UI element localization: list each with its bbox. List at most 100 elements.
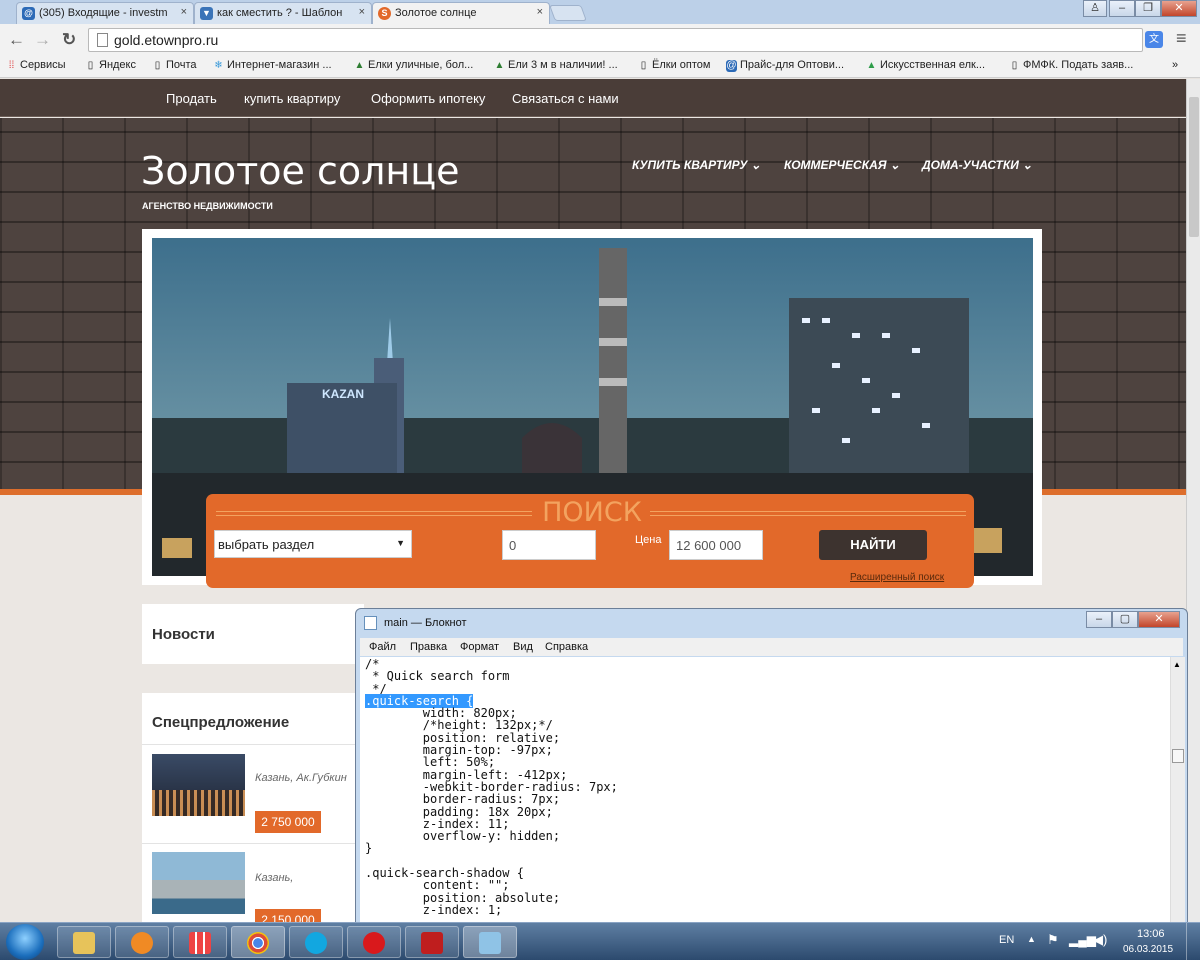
chrome-taskbar-button[interactable] — [231, 926, 285, 958]
language-indicator[interactable]: EN — [999, 934, 1014, 946]
menu-commercial[interactable]: КОММЕРЧЕСКАЯ ⌄ — [784, 158, 900, 172]
price-input[interactable]: 12 600 000 — [669, 530, 763, 560]
scroll-up-icon[interactable]: ▲ — [1173, 660, 1181, 669]
dropdown-arrow-icon: ▼ — [396, 538, 405, 548]
notepad-scrollbar[interactable]: ▲ — [1170, 657, 1185, 925]
user-icon[interactable]: ♙ — [1083, 0, 1107, 17]
offer-price: 2 150 000 — [255, 909, 321, 922]
min-input[interactable]: 0 — [502, 530, 596, 560]
clock-time[interactable]: 13:06 — [1137, 928, 1165, 940]
code-text: /* * Quick search form */ .quick-search … — [365, 657, 618, 917]
bookmark-elki-street[interactable]: ▲ Елки уличные, бол... — [354, 59, 474, 71]
forward-icon[interactable]: → — [34, 30, 51, 50]
bookmark-shop[interactable]: ❄ Интернет-магазин ... — [213, 59, 331, 71]
volume-icon[interactable]: ◀) — [1093, 932, 1107, 948]
menu-format[interactable]: Формат — [460, 641, 499, 653]
flag-icon[interactable]: ⚑ — [1047, 932, 1059, 948]
signal-icon[interactable]: ▂▄▆ — [1069, 933, 1096, 947]
menu-houses[interactable]: ДОМА-УЧАСТКИ ⌄ — [922, 158, 1032, 172]
tab-label: (305) Входящие - investm — [39, 7, 168, 19]
notepad-editor[interactable]: /* * Quick search form */ .quick-search … — [360, 657, 1170, 925]
translate-icon[interactable]: 文 — [1145, 31, 1163, 48]
bookmark-eli-3m[interactable]: ▲ Ели 3 м в наличии! ... — [494, 59, 618, 71]
nav-contact[interactable]: Связаться с нами — [512, 91, 619, 106]
bookmark-price[interactable]: @ Прайс-для Оптови... — [726, 59, 844, 72]
page-icon: ▯ — [87, 60, 94, 71]
offer-address[interactable]: Казань, — [255, 872, 293, 884]
show-desktop-button[interactable] — [1186, 923, 1200, 960]
skype-taskbar-button[interactable] — [289, 926, 343, 958]
close-icon[interactable]: × — [537, 6, 543, 18]
bookmark-elki-opt[interactable]: ▯ Ёлки оптом — [638, 59, 711, 71]
menu-view[interactable]: Вид — [513, 641, 533, 653]
menu-file[interactable]: Файл — [369, 641, 396, 653]
new-tab-button[interactable] — [549, 5, 587, 21]
minimize-button[interactable]: – — [1109, 0, 1135, 17]
tray-expand-icon[interactable]: ▲ — [1027, 934, 1036, 944]
bookmark-services[interactable]: ⁞⁞ Сервисы — [6, 59, 66, 71]
quick-search-form: ПОИСК выбрать раздел ▼ 0 Цена 12 600 000… — [206, 494, 974, 588]
tab-inbox[interactable]: @ (305) Входящие - investm × — [16, 2, 194, 24]
site-title[interactable]: Золотое солнце — [141, 149, 460, 193]
menu-icon[interactable]: ≡ — [1176, 28, 1187, 49]
address-bar[interactable]: gold.etownpro.ru — [88, 28, 1143, 52]
nav-sell[interactable]: Продать — [166, 91, 217, 106]
advanced-search-link[interactable]: Расширенный поиск — [850, 572, 944, 583]
page-icon: ▯ — [1011, 60, 1018, 71]
start-button[interactable] — [6, 924, 44, 960]
tab-forum[interactable]: ▼ как сместить ? - Шаблон × — [194, 2, 372, 24]
tab-label: как сместить ? - Шаблон — [217, 7, 343, 19]
notepad-taskbar-button[interactable] — [463, 926, 517, 958]
offer-image[interactable] — [152, 852, 245, 914]
bookmark-fmfk[interactable]: ▯ ФМФК. Подать заяв... — [1009, 59, 1134, 71]
special-offers-widget: Спецпредложение Казань, Ак.Губкин 2 750 … — [142, 693, 364, 922]
close-icon[interactable]: × — [181, 6, 187, 18]
scroll-thumb[interactable] — [1172, 749, 1184, 763]
tree-icon: ▲ — [354, 60, 365, 71]
mail-icon: @ — [726, 60, 737, 72]
opera-taskbar-button[interactable] — [347, 926, 401, 958]
menu-buy-apartment[interactable]: КУПИТЬ КВАРТИРУ ⌄ — [632, 158, 761, 172]
offer-image[interactable] — [152, 754, 245, 816]
bookmark-yandex[interactable]: ▯ Яндекс — [85, 59, 136, 71]
bookmark-artificial[interactable]: ▲ Искусственная елк... — [866, 59, 985, 71]
maximize-button[interactable]: ❐ — [1135, 0, 1161, 17]
page-scrollbar[interactable] — [1186, 79, 1200, 922]
taskbar: EN ▲ ⚑ ▂▄▆ ◀) 13:06 06.03.2015 — [0, 922, 1200, 960]
menu-edit[interactable]: Правка — [410, 641, 447, 653]
tab-zolotoe-solnce[interactable]: S Золотое солнце × — [372, 2, 550, 25]
apps-taskbar-button[interactable] — [173, 926, 227, 958]
notepad-title: main — Блокнот — [384, 617, 467, 629]
site-s-icon: S — [378, 7, 391, 20]
bookmark-mail[interactable]: ▯ Почта — [152, 59, 197, 71]
find-button[interactable]: НАЙТИ — [819, 530, 927, 560]
bookmarks-more[interactable]: » — [1172, 59, 1178, 71]
page-icon: ▯ — [640, 60, 647, 71]
notepad-icon — [479, 932, 501, 954]
chrome-icon — [247, 932, 269, 954]
reload-icon[interactable]: ↻ — [62, 30, 76, 50]
filezilla-taskbar-button[interactable] — [405, 926, 459, 958]
nav-buy-apartment[interactable]: купить квартиру — [244, 91, 340, 106]
snowflake-icon: ❄ — [214, 60, 223, 71]
chevron-down-icon: ⌄ — [889, 158, 900, 172]
search-title: ПОИСК — [542, 497, 642, 528]
maximize-button[interactable]: ▢ — [1112, 611, 1138, 628]
menu-help[interactable]: Справка — [545, 641, 588, 653]
hotel-sign: KAZAN — [322, 387, 364, 401]
divider — [216, 511, 532, 516]
skype-icon — [305, 932, 327, 954]
page-icon: ▯ — [154, 60, 161, 71]
clock-date[interactable]: 06.03.2015 — [1123, 944, 1173, 955]
close-button[interactable]: ✕ — [1138, 611, 1180, 628]
scroll-thumb[interactable] — [1189, 97, 1199, 237]
back-icon[interactable]: ← — [8, 30, 25, 50]
explorer-taskbar-button[interactable] — [57, 926, 111, 958]
close-icon[interactable]: × — [359, 6, 365, 18]
nav-mortgage[interactable]: Оформить ипотеку — [371, 91, 485, 106]
media-player-taskbar-button[interactable] — [115, 926, 169, 958]
section-select[interactable]: выбрать раздел ▼ — [214, 530, 412, 558]
offer-address[interactable]: Казань, Ак.Губкин — [255, 772, 347, 784]
minimize-button[interactable]: – — [1086, 611, 1112, 628]
window-close-button[interactable]: ✕ — [1161, 0, 1197, 17]
